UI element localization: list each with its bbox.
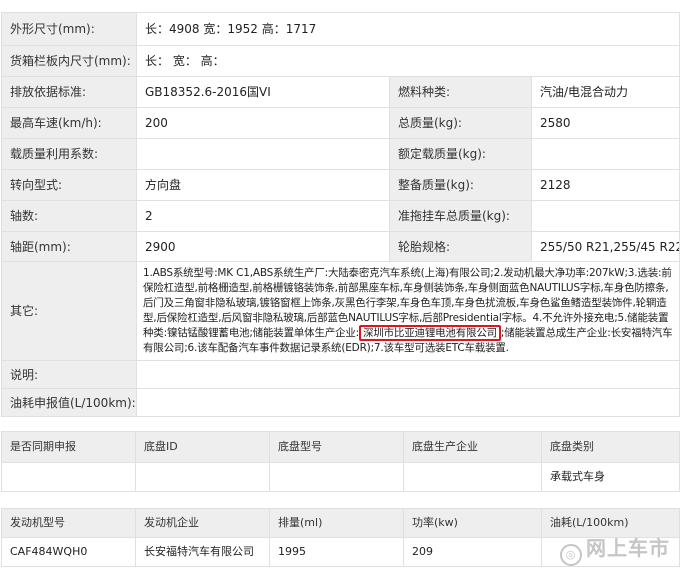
note-value xyxy=(135,360,680,389)
chassis-cell xyxy=(403,462,542,492)
note-row: 说明: xyxy=(1,360,680,389)
other-label: 其它: xyxy=(1,261,137,361)
fuel-label: 油耗申报值(L/100km): xyxy=(1,388,137,417)
spec-row: 排放依据标准: GB18352.6-2016国VI 燃料种类: 汽油/电混合动力 xyxy=(1,76,680,108)
spec-value xyxy=(530,138,680,170)
spec-value: 2900 xyxy=(136,231,390,262)
engine-header: 发动机企业 xyxy=(135,508,270,538)
chassis-table: 是否同期申报 底盘ID 底盘型号 底盘生产企业 底盘类别 承载式车身 xyxy=(1,431,680,492)
engine-cell: 长安福特汽车有限公司 xyxy=(135,537,270,567)
spec-table: 外形尺寸(mm): 长：4908 宽：1952 高：1717 货箱栏板内尺寸(m… xyxy=(1,12,680,417)
spec-label: 最高车速(km/h): xyxy=(1,107,137,139)
spec-value: 汽油/电混合动力 xyxy=(530,76,680,108)
spec-label: 额定载质量(kg): xyxy=(389,138,532,170)
engine-header: 发动机型号 xyxy=(1,508,136,538)
spec-value: 2128 xyxy=(530,169,680,201)
spec-label: 轮胎规格: xyxy=(389,231,532,262)
spec-value: 2 xyxy=(136,200,390,232)
engine-cell: 1995 xyxy=(269,537,404,567)
engine-header: 功率(kw) xyxy=(403,508,542,538)
spec-row: 转向型式: 方向盘 整备质量(kg): 2128 xyxy=(1,169,680,201)
chassis-cell xyxy=(135,462,270,492)
other-row: 其它: 1.ABS系统型号:MK C1,ABS系统生产厂:大陆泰密克汽车系统(上… xyxy=(1,261,680,361)
chassis-value-row: 承载式车身 xyxy=(1,462,680,492)
spec-label: 排放依据标准: xyxy=(1,76,137,108)
other-value: 1.ABS系统型号:MK C1,ABS系统生产厂:大陆泰密克汽车系统(上海)有限… xyxy=(135,261,680,361)
spec-label: 外形尺寸(mm): xyxy=(1,12,137,46)
spec-label: 总质量(kg): xyxy=(389,107,532,139)
spec-label: 整备质量(kg): xyxy=(389,169,532,201)
fuel-value xyxy=(135,388,680,417)
chassis-cell: 承载式车身 xyxy=(541,462,680,492)
chassis-header: 底盘型号 xyxy=(269,431,404,463)
spec-value: 255/50 R21,255/45 R22 xyxy=(530,231,680,262)
chassis-cell xyxy=(1,462,136,492)
spec-label: 准拖挂车总质量(kg): xyxy=(389,200,532,232)
fuel-row: 油耗申报值(L/100km): xyxy=(1,388,680,417)
spec-label: 轴数: xyxy=(1,200,137,232)
watermark-text: 网上车市 xyxy=(586,536,670,560)
spec-label: 转向型式: xyxy=(1,169,137,201)
spec-label: 货箱栏板内尺寸(mm): xyxy=(1,45,137,77)
spec-value: 长： 宽： 高： xyxy=(135,45,680,77)
spec-row: 轴距(mm): 2900 轮胎规格: 255/50 R21,255/45 R22 xyxy=(1,231,680,262)
note-label: 说明: xyxy=(1,360,137,389)
spec-value: 方向盘 xyxy=(136,169,390,201)
spec-row: 载质量利用系数: 额定载质量(kg): xyxy=(1,138,680,170)
chassis-header-row: 是否同期申报 底盘ID 底盘型号 底盘生产企业 底盘类别 xyxy=(1,431,680,463)
spec-label: 载质量利用系数: xyxy=(1,138,137,170)
highlighted-battery-supplier: 深圳市比亚迪锂电池有限公司 xyxy=(359,325,501,341)
watermark-icon: ◎ xyxy=(560,544,582,566)
chassis-cell xyxy=(269,462,404,492)
chassis-header: 是否同期申报 xyxy=(1,431,136,463)
chassis-header: 底盘生产企业 xyxy=(403,431,542,463)
spec-row: 最高车速(km/h): 200 总质量(kg): 2580 xyxy=(1,107,680,139)
watermark-logo: ◎ 网上车市 xyxy=(560,532,670,566)
engine-header: 排量(ml) xyxy=(269,508,404,538)
spec-value: GB18352.6-2016国VI xyxy=(136,76,390,108)
spec-row: 外形尺寸(mm): 长：4908 宽：1952 高：1717 xyxy=(1,12,680,46)
spec-label: 燃料种类: xyxy=(389,76,532,108)
chassis-header: 底盘ID xyxy=(135,431,270,463)
spec-row: 货箱栏板内尺寸(mm): 长： 宽： 高： xyxy=(1,45,680,77)
spec-value: 200 xyxy=(136,107,390,139)
chassis-header: 底盘类别 xyxy=(541,431,680,463)
spec-value: 长：4908 宽：1952 高：1717 xyxy=(135,12,680,46)
spec-label: 轴距(mm): xyxy=(1,231,137,262)
spec-value: 2580 xyxy=(530,107,680,139)
spec-value xyxy=(530,200,680,232)
engine-cell: CAF484WQH0 xyxy=(1,537,136,567)
spec-value xyxy=(136,138,390,170)
spec-row: 轴数: 2 准拖挂车总质量(kg): xyxy=(1,200,680,232)
engine-cell: 209 xyxy=(403,537,542,567)
